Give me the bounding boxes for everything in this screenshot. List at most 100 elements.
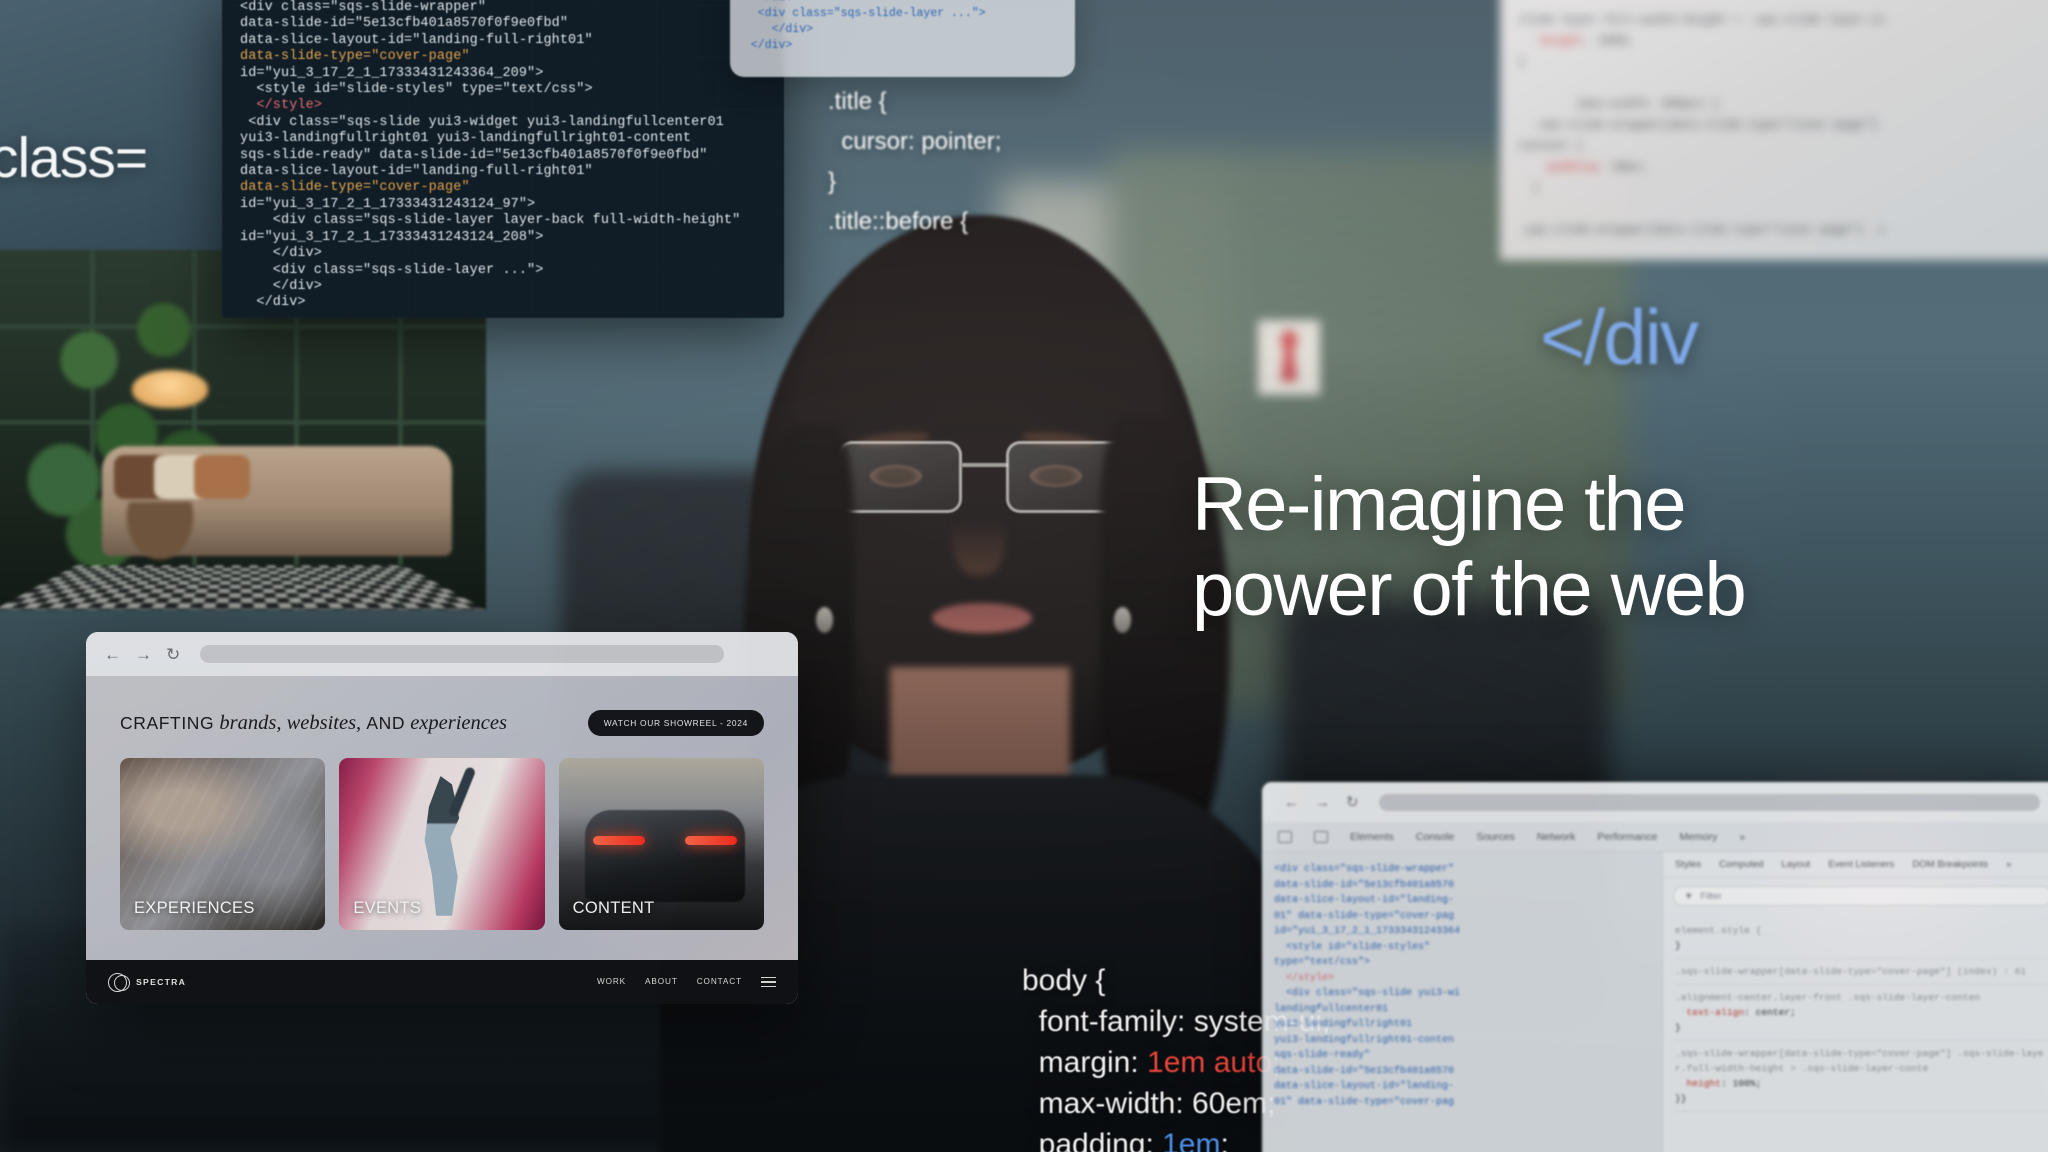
class-equals-text: class=: [0, 126, 148, 190]
devtools-tab[interactable]: Performance: [1597, 831, 1657, 843]
headline-line-2: power of the web: [1192, 547, 1747, 632]
checkered-floor: [0, 565, 486, 610]
css-rule[interactable]: element.style {}: [1675, 918, 2048, 959]
devtools-browser-toolbar: ← → ↻: [1262, 782, 2048, 822]
css-line: .title {: [828, 88, 887, 115]
hero-word-crafting: CRAFTING: [120, 712, 215, 733]
right-blurred-screen: slide-layer.full-width-height > .sqs-sli…: [1500, 0, 2048, 260]
css-prop-name: text-align: [1686, 1007, 1745, 1018]
dancer-figure: [424, 776, 460, 916]
styles-tab[interactable]: Styles: [1675, 859, 1701, 870]
forward-icon[interactable]: →: [1315, 795, 1330, 810]
right-screen-code: slide-layer.full-width-height > .sqs-sli…: [1518, 13, 1886, 237]
headline-line-1: Re-imagine the: [1192, 462, 1687, 547]
device-toolbar-icon[interactable]: [1314, 830, 1328, 843]
styles-filter-input[interactable]: ▼ Filter: [1673, 886, 2048, 906]
address-bar[interactable]: [1378, 793, 2040, 811]
devtools-window[interactable]: ← → ↻ Elements Console Sources Network Perfo…: [1262, 782, 2048, 1152]
devtools-tab[interactable]: Console: [1416, 831, 1455, 843]
forward-icon[interactable]: →: [135, 646, 152, 663]
brand-name: SPECTRA: [136, 977, 187, 987]
filter-placeholder: Filter: [1700, 890, 1722, 902]
card-label: EVENTS: [353, 899, 422, 917]
hero-headline: CRAFTING brands, websites, AND experienc…: [120, 712, 507, 735]
devtools-tab[interactable]: Network: [1537, 831, 1576, 843]
styles-tab[interactable]: Layout: [1781, 859, 1810, 870]
css-selector: .sqs-slide-wrapper[data-slide-type="cove…: [1675, 966, 2027, 977]
css-selector: .sqs-slide-wrapper[data-slide-type="cove…: [1675, 1048, 2044, 1074]
footer-nav: WORK ABOUT CONTACT: [597, 976, 776, 988]
code-panel-light-content: </div> <div class="sqs-slide-layer ...">…: [750, 0, 986, 52]
nav-item-contact[interactable]: CONTACT: [697, 977, 742, 986]
spectra-logo-icon: [108, 972, 130, 992]
card-experiences[interactable]: EXPERIENCES: [120, 758, 326, 930]
eyeglasses: [838, 441, 1130, 517]
funnel-icon: ▼: [1684, 890, 1694, 902]
glasses-bridge: [962, 463, 1008, 467]
browser-mockup-window[interactable]: ← → ↻ CRAFTING brands, websites, AND exp…: [86, 632, 798, 1004]
code-panel-light: </div> <div class="sqs-slide-layer ...">…: [730, 0, 1075, 77]
styles-panel: Styles Computed Layout Event Listeners DOM B…: [1662, 852, 2048, 1152]
devtools-body: <div class="sqs-slide-wrapper" data-slid…: [1262, 852, 2048, 1152]
css-rule[interactable]: .alignment-center.layer-front .sqs-slide…: [1675, 985, 2048, 1041]
hamburger-menu-icon[interactable]: [761, 976, 776, 988]
page-title: Re-imagine the power of the web: [1192, 462, 2002, 632]
css-rule[interactable]: .sqs-slide-wrapper[data-slide-type="cove…: [1675, 1041, 2048, 1112]
wall-red-poster: [1258, 320, 1320, 395]
css-prop-name: height: [1686, 1078, 1722, 1089]
floor-lamp: [132, 370, 208, 408]
hero-word-and: AND: [366, 712, 406, 733]
div-close-big-text: </div: [1540, 293, 1699, 381]
devtools-tab[interactable]: Elements: [1350, 831, 1394, 843]
lips: [932, 603, 1032, 633]
css-selector: element.style {: [1675, 925, 1762, 936]
code-panel-dark-content: <div class="sqs-slide-wrapper" data-slid…: [240, 0, 741, 311]
pillow: [194, 455, 250, 499]
browser-viewport: CRAFTING brands, websites, AND experienc…: [86, 676, 798, 1004]
site-footer: SPECTRA WORK ABOUT CONTACT: [86, 960, 798, 1004]
nav-item-about[interactable]: ABOUT: [645, 977, 678, 986]
earring-right: [1114, 607, 1131, 633]
brand-lockup[interactable]: SPECTRA: [108, 972, 187, 992]
car-body: [584, 810, 745, 902]
dom-tree-content: <div class="sqs-slide-wrapper" data-slid…: [1274, 864, 1461, 1108]
card-grid: EXPERIENCES EVENTS CONTENT: [86, 736, 798, 930]
browser-toolbar: ← → ↻: [86, 632, 798, 676]
css-line: .title::before {: [828, 208, 969, 235]
devtools-tab[interactable]: »: [1739, 831, 1745, 843]
inspect-element-icon[interactable]: [1278, 830, 1292, 843]
css-line: cursor: pointer;: [828, 128, 1002, 155]
address-bar[interactable]: [200, 645, 724, 663]
styles-tab[interactable]: »: [2006, 859, 2011, 870]
css-title-overlay: .title { cursor: pointer;}.title::before…: [800, 78, 1280, 238]
screenshot-stage: class= <div class="sqs-slide-wrapper" da…: [0, 0, 2048, 1152]
reload-icon[interactable]: ↻: [166, 646, 180, 663]
card-events[interactable]: EVENTS: [339, 758, 545, 930]
dom-tree-panel[interactable]: <div class="sqs-slide-wrapper" data-slid…: [1262, 852, 1662, 1152]
hero-word-experiences: experiences: [410, 711, 507, 734]
back-icon[interactable]: ←: [104, 646, 121, 663]
css-selector: .alignment-center.layer-front .sqs-slide…: [1675, 992, 1981, 1003]
css-line: }: [828, 168, 837, 195]
lens-left: [838, 441, 962, 513]
card-label: CONTENT: [572, 899, 655, 917]
styles-tab[interactable]: Event Listeners: [1828, 859, 1894, 870]
styles-tab[interactable]: Computed: [1719, 859, 1763, 870]
watch-showreel-button[interactable]: WATCH OUR SHOWREEL - 2024: [587, 710, 764, 736]
devtools-tabbar: Elements Console Sources Network Performance…: [1262, 822, 2048, 852]
reload-icon[interactable]: ↻: [1346, 795, 1359, 810]
css-rules-list: element.style {} .sqs-slide-wrapper[data-…: [1663, 914, 2048, 1116]
devtools-tab[interactable]: Sources: [1476, 831, 1515, 843]
card-content[interactable]: CONTENT: [558, 758, 764, 930]
back-icon[interactable]: ←: [1284, 795, 1299, 810]
taillight-right: [684, 836, 737, 845]
nav-item-work[interactable]: WORK: [597, 977, 626, 986]
devtools-tab[interactable]: Memory: [1679, 831, 1717, 843]
taillight-left: [592, 836, 645, 845]
earring-left: [816, 607, 833, 633]
hero-row: CRAFTING brands, websites, AND experienc…: [86, 676, 798, 736]
css-rule[interactable]: .sqs-slide-wrapper[data-slide-type="cove…: [1675, 959, 2048, 985]
code-panel-dark: <div class="sqs-slide-wrapper" data-slid…: [222, 0, 784, 318]
hero-word-brands: brands, websites,: [219, 711, 362, 734]
styles-tab[interactable]: DOM Breakpoints: [1912, 859, 1988, 870]
